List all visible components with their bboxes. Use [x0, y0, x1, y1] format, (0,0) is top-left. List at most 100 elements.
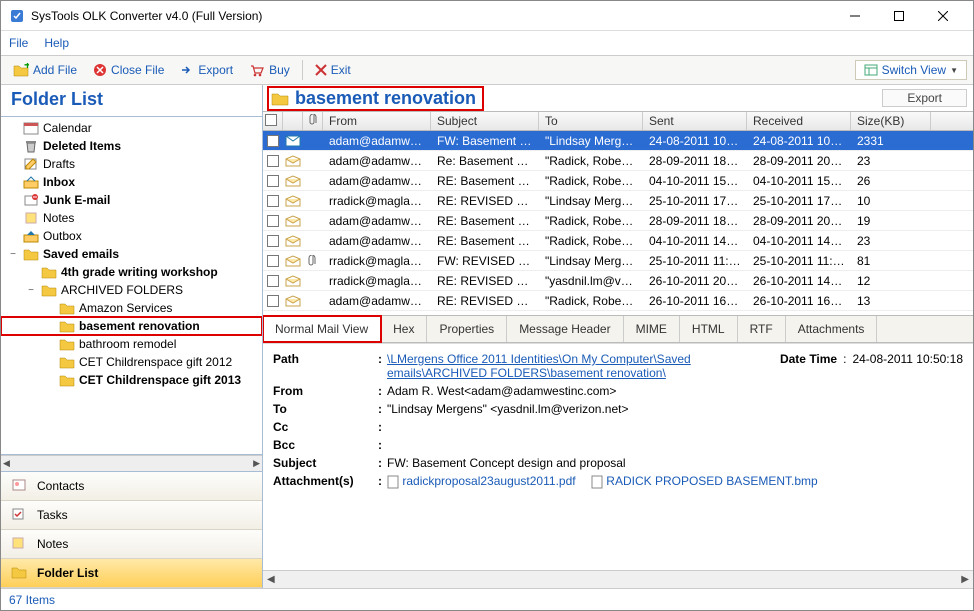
tab-mime[interactable]: MIME	[624, 316, 680, 342]
tree-item-archived-folders[interactable]: −ARCHIVED FOLDERS	[1, 281, 262, 299]
folder-tree[interactable]: CalendarDeleted Items Drafts InboxJunk E-m…	[1, 116, 262, 455]
tree-item-cet-childrenspace-gift-2013[interactable]: CET Childrenspace gift 2013	[1, 371, 262, 389]
attachment-2[interactable]: RADICK PROPOSED BASEMENT.bmp	[606, 474, 817, 488]
table-row[interactable]: rradick@maglaw...FW: REVISED PR..."Linds…	[263, 251, 973, 271]
tree-item-outbox[interactable]: Outbox	[1, 227, 262, 245]
export-button[interactable]: Export	[174, 61, 239, 79]
export-panel-button[interactable]: Export	[882, 89, 967, 107]
nav-notes[interactable]: Notes	[1, 530, 262, 559]
menu-help[interactable]: Help	[44, 36, 69, 50]
chevron-down-icon: ▼	[950, 66, 958, 75]
attachment-1[interactable]: radickproposal23august2011.pdf	[402, 474, 575, 488]
cell-from: rradick@maglaw...	[323, 254, 431, 268]
detail-hscroll[interactable]: ◀ ▶	[263, 570, 973, 588]
table-row[interactable]: adam@adamwes...RE: Basement Co..."Radick…	[263, 211, 973, 231]
table-row[interactable]: adam@adamwes...RE: REVISED PR..."Radick,…	[263, 291, 973, 311]
tree-item-amazon-services[interactable]: Amazon Services	[1, 299, 262, 317]
folder-icon	[41, 265, 57, 279]
tree-item-cet-childrenspace-gift-2012[interactable]: CET Childrenspace gift 2012	[1, 353, 262, 371]
row-checkbox[interactable]	[263, 235, 283, 247]
row-checkbox[interactable]	[263, 175, 283, 187]
cell-sent: 04-10-2011 14:10...	[643, 234, 747, 248]
buy-button[interactable]: Buy	[243, 61, 296, 79]
table-row[interactable]: adam@adamwes...RE: Basement Co..."Radick…	[263, 231, 973, 251]
col-checkbox[interactable]	[263, 112, 283, 130]
nav-tasks[interactable]: Tasks	[1, 501, 262, 530]
tab-html[interactable]: HTML	[680, 316, 738, 342]
row-checkbox[interactable]	[263, 155, 283, 167]
grid-body[interactable]: adam@adamwes...FW: Basement C..."Lindsay…	[263, 131, 973, 311]
tree-item-junk-e-mail[interactable]: Junk E-mail	[1, 191, 262, 209]
row-checkbox[interactable]	[263, 195, 283, 207]
tree-item-label: Amazon Services	[79, 301, 172, 315]
expand-icon[interactable]: −	[7, 249, 19, 260]
detail-panel: Path : \LMergens Office 2011 Identities\…	[263, 343, 973, 570]
nav-contacts[interactable]: Contacts	[1, 472, 262, 501]
close-button[interactable]	[921, 2, 965, 30]
scroll-left-icon[interactable]: ◀	[3, 458, 10, 469]
tree-item-4th-grade-writing-workshop[interactable]: 4th grade writing workshop	[1, 263, 262, 281]
tree-item-deleted-items[interactable]: Deleted Items	[1, 137, 262, 155]
tree-item-saved-emails[interactable]: −Saved emails	[1, 245, 262, 263]
row-checkbox[interactable]	[263, 255, 283, 267]
junk-icon	[23, 193, 39, 207]
col-icon[interactable]	[283, 112, 303, 130]
folder-icon	[59, 373, 75, 387]
scroll-right-icon[interactable]: ▶	[961, 574, 969, 585]
tab-normal-mail-view[interactable]: Normal Mail View	[263, 316, 381, 342]
col-size[interactable]: Size(KB)	[851, 112, 931, 130]
inbox-icon	[23, 175, 39, 189]
cell-received: 28-09-2011 20:07...	[747, 214, 851, 228]
mail-icon	[283, 255, 303, 267]
table-row[interactable]: adam@adamwes...RE: Basement Co..."Radick…	[263, 171, 973, 191]
table-row[interactable]: rradick@maglaw...RE: REVISED PR..."yasdn…	[263, 271, 973, 291]
minimize-button[interactable]	[833, 2, 877, 30]
col-subject[interactable]: Subject	[431, 112, 539, 130]
table-row[interactable]: rradick@maglaw...RE: REVISED PR..."Linds…	[263, 191, 973, 211]
cell-to: "Lindsay Mergen...	[539, 194, 643, 208]
close-file-button[interactable]: Close File	[87, 61, 170, 79]
folder-icon	[271, 90, 289, 106]
nav-label: Folder List	[37, 566, 98, 580]
tab-hex[interactable]: Hex	[381, 316, 427, 342]
tab-attachments[interactable]: Attachments	[786, 316, 878, 342]
row-checkbox[interactable]	[263, 135, 283, 147]
add-file-button[interactable]: + Add File	[7, 61, 83, 79]
switch-view-button[interactable]: Switch View ▼	[855, 60, 967, 80]
to-label: To	[273, 402, 373, 416]
col-received[interactable]: Received	[747, 112, 851, 130]
expand-icon[interactable]: −	[25, 285, 37, 296]
maximize-button[interactable]	[877, 2, 921, 30]
tree-item-drafts[interactable]: Drafts	[1, 155, 262, 173]
exit-button[interactable]: Exit	[309, 61, 357, 79]
tree-item-inbox[interactable]: Inbox	[1, 173, 262, 191]
col-from[interactable]: From	[323, 112, 431, 130]
table-row[interactable]: adam@adamwes...Re: Basement Co..."Radick…	[263, 151, 973, 171]
tree-item-bathroom-remodel[interactable]: bathroom remodel	[1, 335, 262, 353]
tab-rtf[interactable]: RTF	[738, 316, 786, 342]
table-row[interactable]: adam@adamwes...FW: Basement C..."Lindsay…	[263, 131, 973, 151]
row-checkbox[interactable]	[263, 295, 283, 307]
tab-properties[interactable]: Properties	[427, 316, 507, 342]
col-to[interactable]: To	[539, 112, 643, 130]
col-attachment[interactable]	[303, 112, 323, 130]
menu-file[interactable]: File	[9, 36, 28, 50]
paperclip-icon	[309, 114, 319, 126]
row-checkbox[interactable]	[263, 215, 283, 227]
scroll-right-icon[interactable]: ▶	[253, 458, 260, 469]
nav-folder-list[interactable]: Folder List	[1, 559, 262, 588]
attachment-icon	[303, 255, 323, 267]
tree-item-calendar[interactable]: Calendar	[1, 119, 262, 137]
row-checkbox[interactable]	[263, 275, 283, 287]
folder-icon	[41, 283, 57, 297]
col-sent[interactable]: Sent	[643, 112, 747, 130]
contacts-icon	[11, 478, 29, 494]
scroll-left-icon[interactable]: ◀	[267, 574, 275, 585]
horizontal-scrollbar[interactable]: ◀ ▶	[1, 455, 262, 471]
tree-item-notes[interactable]: Notes	[1, 209, 262, 227]
tree-item-label: Drafts	[43, 157, 75, 171]
toolbar-sep	[302, 60, 303, 80]
nav-label: Notes	[37, 537, 68, 551]
tab-message-header[interactable]: Message Header	[507, 316, 623, 342]
tree-item-basement-renovation[interactable]: basement renovation	[1, 317, 262, 335]
